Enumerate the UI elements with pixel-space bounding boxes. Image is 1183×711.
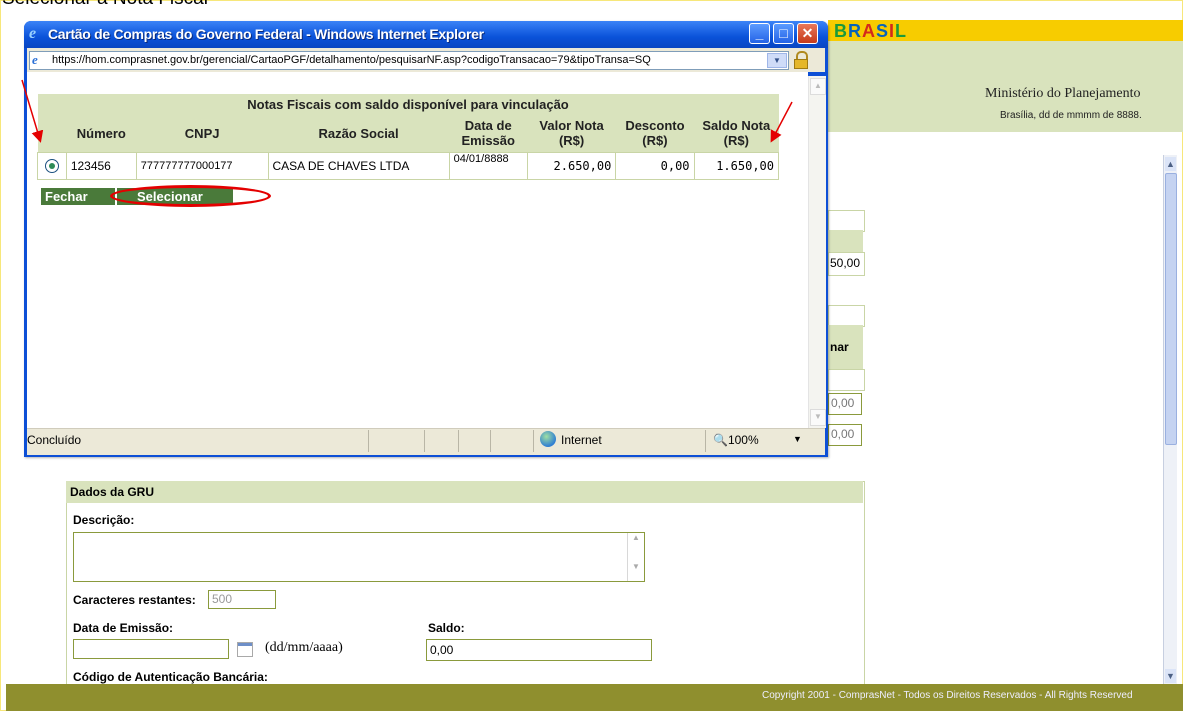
ie-logo-icon: e xyxy=(29,25,37,42)
maximize-button[interactable]: □ xyxy=(773,23,794,44)
bg-value: 50,00 xyxy=(830,256,861,270)
address-dropdown-icon[interactable]: ▼ xyxy=(767,53,787,68)
status-divider xyxy=(368,430,369,452)
description-textarea[interactable]: ▲ ▼ xyxy=(73,532,645,582)
security-zone: Internet xyxy=(561,433,602,447)
left-arrow xyxy=(21,79,44,143)
highlight-oval xyxy=(110,185,271,207)
scroll-down-icon[interactable]: ▼ xyxy=(810,409,826,426)
status-divider xyxy=(458,430,459,452)
bg-box xyxy=(828,305,865,327)
status-divider xyxy=(533,430,534,452)
bg-box xyxy=(828,210,865,232)
close-window-button[interactable]: ✕ xyxy=(797,23,818,44)
date-label: Data de Emissão: xyxy=(73,621,174,635)
lock-icon[interactable] xyxy=(793,51,809,69)
date-field[interactable] xyxy=(73,639,229,659)
scroll-thumb[interactable] xyxy=(1165,173,1177,445)
status-text: Concluído xyxy=(27,433,82,447)
caption-text: Selecionar a Nota Fiscal xyxy=(2,0,208,10)
status-divider xyxy=(424,430,425,452)
bg-band xyxy=(828,230,863,252)
status-divider xyxy=(705,430,706,452)
gru-title: Dados da GRU xyxy=(66,481,863,503)
bg-box xyxy=(828,369,865,391)
auth-code-label: Código de Autenticação Bancária: xyxy=(73,670,268,684)
bg-value: 0,00 xyxy=(831,427,855,441)
remaining-label: Caracteres restantes: xyxy=(73,593,196,607)
annotation-arrows xyxy=(21,79,793,143)
zoom-level[interactable]: 🔍100% xyxy=(713,433,759,447)
ministry-title: Ministério do Planejamento xyxy=(985,86,1141,101)
zoom-dropdown-icon[interactable]: ▼ xyxy=(793,434,802,444)
bg-value: 0,00 xyxy=(831,396,855,410)
remaining-counter: 500 xyxy=(208,590,276,609)
date-line: Brasília, dd de mmmm de 8888. xyxy=(1000,110,1142,121)
date-format-hint: (dd/mm/aaaa) xyxy=(265,640,343,655)
calendar-icon[interactable] xyxy=(237,642,253,657)
close-button[interactable]: Fechar xyxy=(41,188,115,205)
description-label: Descrição: xyxy=(73,513,135,527)
scroll-down-icon[interactable]: ▼ xyxy=(1165,669,1176,683)
popup-scrollbar[interactable]: ▲ ▼ xyxy=(808,76,826,428)
saldo-field[interactable]: 0,00 xyxy=(426,639,652,661)
textarea-scrollbar[interactable]: ▲ ▼ xyxy=(627,533,644,581)
right-arrow xyxy=(770,101,793,143)
internet-globe-icon xyxy=(540,431,556,447)
minimize-button[interactable]: _ xyxy=(749,23,770,44)
address-field[interactable]: https://hom.comprasnet.gov.br/gerencial/… xyxy=(29,51,789,70)
status-divider xyxy=(490,430,491,452)
scroll-up-icon[interactable]: ▲ xyxy=(1165,157,1176,171)
footer-copyright: Copyright 2001 - ComprasNet - Todos os D… xyxy=(762,690,1133,701)
page-icon: e xyxy=(32,52,38,67)
page-scrollbar[interactable]: ▲ ▼ xyxy=(1163,155,1177,685)
popup-title: Cartão de Compras do Governo Federal - W… xyxy=(48,26,484,42)
bg-column-header: nar xyxy=(830,340,849,354)
scroll-up-icon[interactable]: ▲ xyxy=(810,78,826,95)
saldo-label: Saldo: xyxy=(428,621,465,635)
brasil-logo: BRASIL xyxy=(834,21,908,41)
